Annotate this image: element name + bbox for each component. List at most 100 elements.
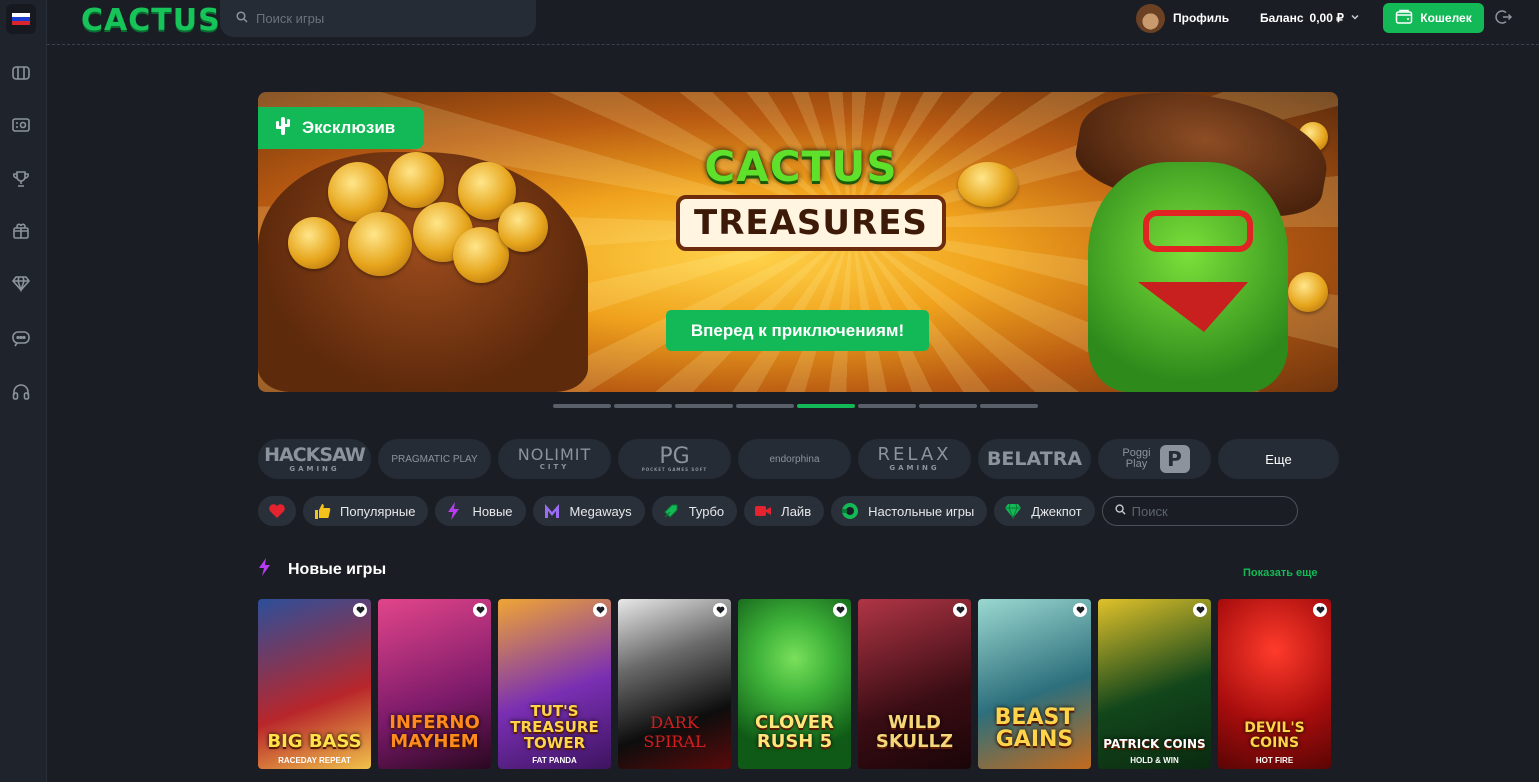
provider-hacksaw[interactable]: HACKSAW GAMING — [258, 439, 371, 479]
heart-icon[interactable] — [1313, 603, 1327, 617]
provider-name: Poggi Play — [1122, 447, 1151, 470]
new-games-heading: Новые игры — [258, 558, 386, 581]
carousel-dot-active[interactable] — [797, 404, 855, 408]
live-games-icon[interactable] — [10, 114, 32, 136]
live-camera-icon — [754, 502, 772, 520]
support-headset-icon[interactable] — [10, 381, 32, 403]
category-popular[interactable]: Популярные — [303, 496, 429, 526]
game-title: PATRICK COINS — [1103, 737, 1206, 751]
game-card[interactable]: TUT'S TREASURE TOWER FAT PANDA — [498, 599, 611, 769]
game-card[interactable]: DEVIL'S COINS HOT FIRE — [1218, 599, 1331, 769]
logout-icon[interactable] — [1495, 8, 1515, 28]
provider-name: BELATRA — [986, 448, 1083, 470]
provider-sub: GAMING — [289, 464, 340, 473]
category-favorites[interactable] — [258, 496, 296, 526]
carousel-dot[interactable] — [736, 404, 794, 408]
carousel-dot[interactable] — [614, 404, 672, 408]
game-title: WILD SKULLZ — [875, 712, 954, 752]
heart-icon[interactable] — [1073, 603, 1087, 617]
heart-icon[interactable] — [473, 603, 487, 617]
tournaments-icon[interactable] — [10, 168, 32, 190]
provider-endorphina[interactable]: endorphina — [738, 439, 851, 479]
wallet-button[interactable]: Кошелек — [1383, 3, 1484, 33]
turbo-icon — [662, 502, 680, 520]
category-filter: Популярные Новые Megaways Турбо Лайв Нас… — [258, 496, 1298, 526]
provider-nolimit[interactable]: NOLIMIT CITY — [498, 439, 611, 479]
banner-cta-button[interactable]: Вперед к приключениям! — [666, 310, 929, 351]
provider-sub: GAMING — [889, 464, 940, 472]
avatar[interactable] — [1136, 4, 1165, 33]
category-jackpot[interactable]: Джекпот — [994, 496, 1095, 526]
heart-icon[interactable] — [953, 603, 967, 617]
profile-link[interactable]: Профиль — [1173, 11, 1229, 25]
coin-image — [498, 202, 548, 252]
game-title: CLOVER RUSH 5 — [755, 712, 834, 752]
chat-icon[interactable] — [10, 327, 32, 349]
game-card[interactable]: WILD SKULLZ — [858, 599, 971, 769]
carousel-dot[interactable] — [858, 404, 916, 408]
game-title: BEAST GAINS — [994, 705, 1075, 752]
russia-flag-icon — [12, 12, 30, 26]
provider-relax[interactable]: RELAX GAMING — [858, 439, 971, 479]
promo-banner[interactable]: CACTUS TREASURES Вперед к приключениям! … — [258, 92, 1338, 392]
provider-name: HACKSAW — [264, 443, 366, 466]
vip-diamond-icon[interactable] — [10, 272, 32, 294]
banner-title-line1: CACTUS — [704, 142, 898, 191]
game-title: DEVIL'S COINS — [1244, 720, 1305, 751]
search-icon — [236, 10, 248, 28]
game-search-input[interactable] — [256, 11, 516, 26]
carousel-indicators — [553, 404, 1038, 408]
provider-pragmatic[interactable]: PRAGMATIC PLAY — [378, 439, 491, 479]
game-title: INFERNO MAYHEM — [389, 712, 480, 752]
heart-icon[interactable] — [833, 603, 847, 617]
new-games-row: BIG BASS RACEDAY REPEAT INFERNO MAYHEM T… — [258, 599, 1331, 769]
gift-icon[interactable] — [10, 220, 32, 242]
category-live[interactable]: Лайв — [744, 496, 825, 526]
provider-belatra[interactable]: BELATRA — [978, 439, 1091, 479]
coin-image — [348, 212, 412, 276]
provider-filter: HACKSAW GAMING PRAGMATIC PLAY NOLIMIT CI… — [258, 439, 1339, 479]
heart-icon[interactable] — [1193, 603, 1207, 617]
provider-poggi[interactable]: Poggi Play P — [1098, 439, 1211, 479]
coin-image — [958, 162, 1018, 207]
game-card[interactable]: DARK SPIRAL — [618, 599, 731, 769]
provider-pg[interactable]: PG POCKET GAMES SOFT — [618, 439, 731, 479]
cactus-logo[interactable]: CACTUS — [81, 3, 221, 38]
category-table-games[interactable]: Настольные игры — [831, 496, 988, 526]
heart-icon[interactable] — [713, 603, 727, 617]
carousel-dot[interactable] — [919, 404, 977, 408]
category-search-field[interactable] — [1101, 496, 1298, 526]
provider-sub: POCKET GAMES SOFT — [641, 467, 708, 472]
page-scrollbar[interactable] — [1531, 45, 1539, 782]
game-card[interactable]: PATRICK COINS HOLD & WIN — [1098, 599, 1211, 769]
game-title: BIG BASS — [267, 731, 362, 752]
cactus-icon — [274, 116, 292, 141]
game-card[interactable]: CLOVER RUSH 5 — [738, 599, 851, 769]
language-selector[interactable] — [6, 4, 36, 34]
game-card[interactable]: BEAST GAINS — [978, 599, 1091, 769]
game-search-bar[interactable] — [220, 0, 536, 37]
carousel-dot[interactable] — [553, 404, 611, 408]
slots-icon[interactable] — [10, 62, 32, 84]
show-more-link[interactable]: Показать еще — [1243, 567, 1318, 579]
heart-icon[interactable] — [593, 603, 607, 617]
top-header: CACTUS Профиль Баланс 0,00 ₽ Кошелек — [47, 0, 1539, 45]
thumbs-up-icon — [313, 502, 331, 520]
heart-icon[interactable] — [353, 603, 367, 617]
carousel-dot[interactable] — [675, 404, 733, 408]
wallet-label: Кошелек — [1420, 11, 1472, 25]
game-card[interactable]: INFERNO MAYHEM — [378, 599, 491, 769]
wallet-icon — [1395, 9, 1413, 28]
lightning-icon — [445, 502, 463, 520]
balance-dropdown[interactable]: Баланс 0,00 ₽ — [1260, 11, 1360, 25]
category-megaways[interactable]: Megaways — [532, 496, 645, 526]
category-label: Турбо — [688, 503, 725, 519]
category-turbo[interactable]: Турбо — [651, 496, 738, 526]
category-new[interactable]: Новые — [435, 496, 526, 526]
carousel-dot[interactable] — [980, 404, 1038, 408]
provider-name: PG — [659, 444, 690, 469]
providers-more-button[interactable]: Еще — [1218, 439, 1339, 479]
provider-name: RELAX — [877, 444, 952, 465]
game-card[interactable]: BIG BASS RACEDAY REPEAT — [258, 599, 371, 769]
category-search-input[interactable] — [1131, 503, 1282, 519]
